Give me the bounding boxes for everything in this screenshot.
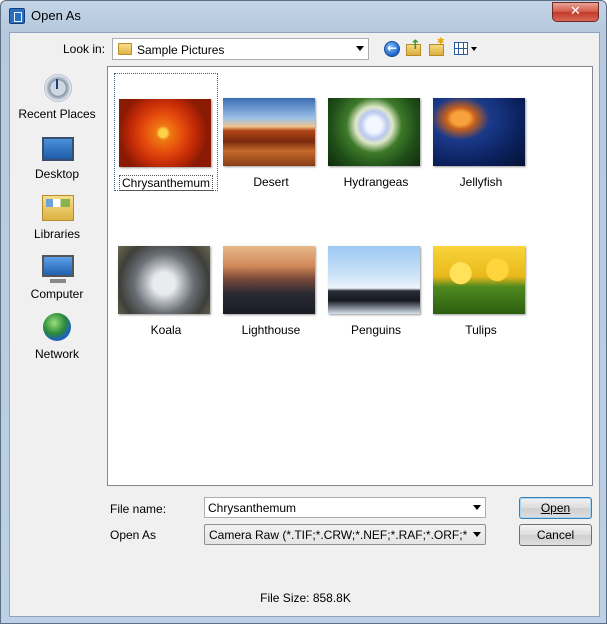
chevron-down-icon[interactable] [356, 46, 364, 51]
close-icon: ✕ [570, 4, 581, 19]
file-name-label: Desert [253, 175, 289, 189]
place-label: Desktop [34, 167, 80, 181]
file-name-label: Tulips [465, 323, 497, 337]
back-button[interactable] [383, 40, 401, 58]
open-button-label: Open [540, 501, 571, 515]
place-label: Computer [30, 287, 84, 301]
app-icon [9, 8, 25, 24]
filename-label: File name: [110, 502, 167, 516]
libraries-icon [42, 195, 74, 221]
place-label: Recent Places [18, 107, 96, 121]
up-folder-icon [406, 38, 421, 56]
places-bar: Recent Places Desktop Libraries Computer… [13, 69, 101, 487]
thumbnail-chrysanthemum [119, 99, 211, 167]
file-item-penguins[interactable]: Penguins [324, 221, 428, 339]
window-title: Open As [31, 8, 81, 23]
title-bar[interactable]: Open As ✕ [1, 1, 606, 31]
place-computer[interactable]: Computer [13, 249, 101, 307]
filename-combobox[interactable] [204, 497, 486, 518]
openas-label: Open As [110, 528, 157, 542]
up-one-level-button[interactable] [405, 38, 423, 58]
back-arrow-icon [384, 41, 400, 57]
file-item-desert[interactable]: Desert [219, 73, 323, 191]
dialog-client-area: Look in: Sample Pictures ← ↑ ✱ Recent Pl… [9, 32, 600, 617]
open-button[interactable]: Open [519, 497, 592, 519]
filename-input[interactable] [208, 499, 468, 516]
place-recent-places[interactable]: Recent Places [13, 69, 101, 127]
thumbnail-hydrangeas [328, 98, 420, 166]
file-name-label: Lighthouse [241, 323, 301, 337]
place-libraries[interactable]: Libraries [13, 189, 101, 247]
file-name-label: Chrysanthemum [118, 175, 214, 191]
place-label: Libraries [33, 227, 81, 241]
file-list[interactable]: Chrysanthemum Desert Hydrangeas Jellyfis… [107, 66, 593, 486]
thumbnail-lighthouse [223, 246, 315, 314]
file-item-lighthouse[interactable]: Lighthouse [219, 221, 323, 339]
thumbnail-tulips [433, 246, 525, 314]
folder-icon [118, 43, 132, 55]
chevron-down-icon[interactable] [473, 505, 481, 510]
chevron-down-icon [473, 532, 481, 537]
new-folder-button[interactable] [428, 37, 446, 58]
file-size-status: File Size: 858.8K [260, 591, 351, 605]
thumbnail-desert [223, 98, 315, 166]
place-desktop[interactable]: Desktop [13, 129, 101, 187]
window-frame: Open As ✕ Look in: Sample Pictures ← ↑ ✱… [0, 0, 607, 624]
file-item-hydrangeas[interactable]: Hydrangeas [324, 73, 428, 191]
thumbnail-jellyfish [433, 98, 525, 166]
file-name-label: Penguins [350, 323, 402, 337]
file-item-koala[interactable]: Koala [114, 221, 218, 339]
new-folder-icon [429, 37, 445, 56]
file-item-tulips[interactable]: Tulips [429, 221, 533, 339]
view-menu-button[interactable] [453, 40, 479, 58]
lookin-dropdown[interactable]: Sample Pictures [112, 38, 369, 60]
file-item-jellyfish[interactable]: Jellyfish [429, 73, 533, 191]
file-name-label: Jellyfish [459, 175, 503, 189]
openas-format-select[interactable]: Camera Raw (*.TIF;*.CRW;*.NEF;*.RAF;*.OR… [204, 524, 486, 545]
lookin-value: Sample Pictures [137, 43, 225, 57]
file-name-label: Koala [150, 323, 182, 337]
file-name-label: Hydrangeas [343, 175, 409, 189]
place-label: Network [34, 347, 79, 361]
desktop-icon [42, 137, 74, 161]
openas-value: Camera Raw (*.TIF;*.CRW;*.NEF;*.RAF;*.OR… [209, 528, 467, 542]
file-item-chrysanthemum[interactable]: Chrysanthemum [114, 73, 218, 191]
view-grid-icon [454, 42, 468, 55]
recent-places-icon [42, 73, 74, 103]
thumbnail-penguins [328, 246, 420, 314]
open-as-dialog: Open As ✕ Look in: Sample Pictures ← ↑ ✱… [0, 0, 607, 624]
computer-icon [42, 255, 74, 283]
cancel-button[interactable]: Cancel [519, 524, 592, 546]
thumbnail-koala [118, 246, 210, 314]
network-icon [43, 313, 71, 341]
place-network[interactable]: Network [13, 309, 101, 367]
chevron-down-icon [471, 47, 477, 51]
close-button[interactable]: ✕ [552, 2, 599, 22]
lookin-label: Look in: [63, 42, 106, 56]
